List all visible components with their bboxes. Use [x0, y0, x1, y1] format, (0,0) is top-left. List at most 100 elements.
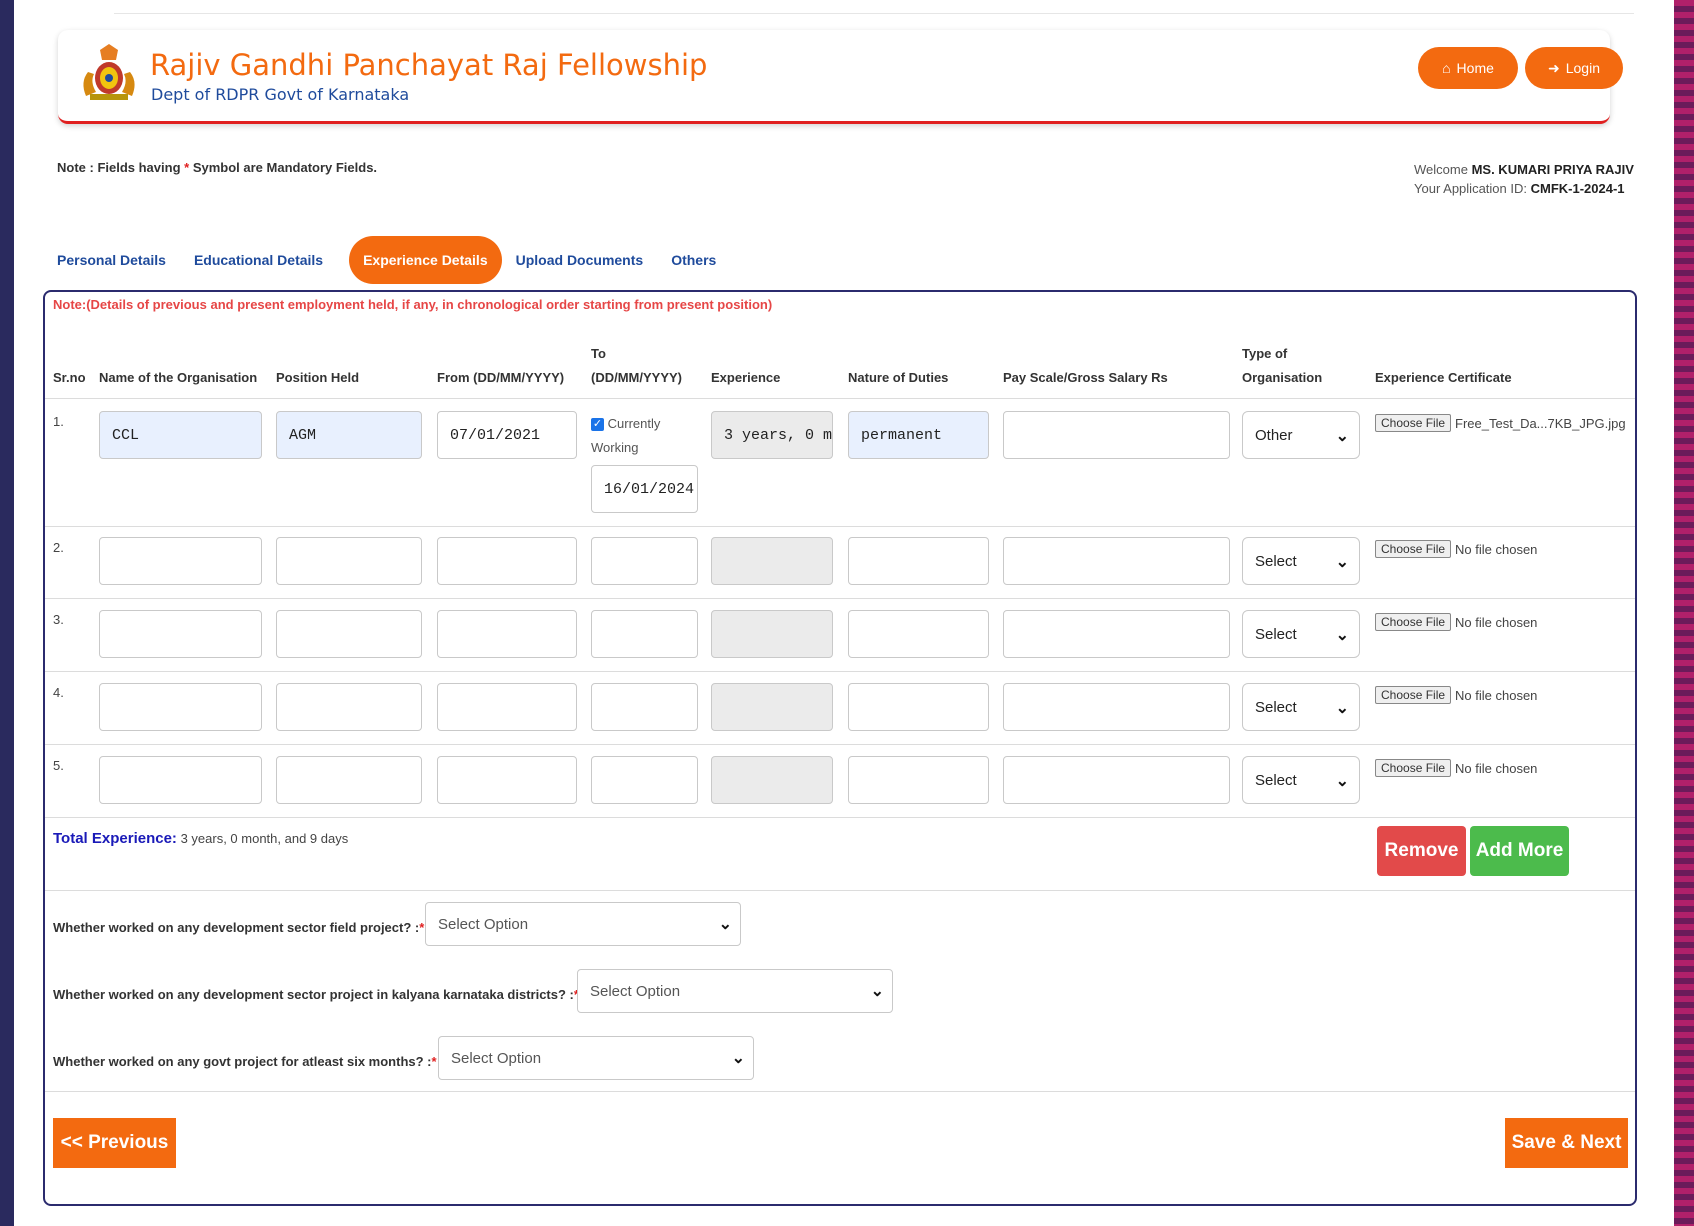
- total-experience: Total Experience: 3 years, 0 month, and …: [53, 830, 348, 847]
- row-3-to-input[interactable]: [591, 610, 698, 658]
- panel-note: Note:(Details of previous and present em…: [53, 297, 773, 312]
- row-1-to-input[interactable]: 16/01/2024: [591, 465, 698, 513]
- note-suffix: Symbol are Mandatory Fields.: [192, 160, 378, 175]
- col-srno: Sr.no: [53, 370, 86, 385]
- row-1-pay-input[interactable]: [1003, 411, 1230, 459]
- col-type-2: Organisation: [1242, 370, 1323, 385]
- row-2-organisation-input[interactable]: [99, 537, 262, 585]
- checkbox-checked-icon[interactable]: ✓: [591, 418, 604, 432]
- choose-file-button[interactable]: Choose File: [1375, 759, 1452, 777]
- row-1-certificate-upload[interactable]: Choose File Free_Test_Da...7KB_JPG.jpg: [1375, 414, 1626, 432]
- row-3-duties-input[interactable]: [848, 610, 989, 658]
- kalyana-karnataka-select[interactable]: Select Option ⌄: [577, 969, 893, 1013]
- row-5-certificate-upload[interactable]: Choose File No file chosen: [1375, 759, 1537, 777]
- chevron-down-icon: ⌄: [731, 1050, 745, 1067]
- home-label: Home: [1456, 60, 1494, 76]
- row-1-organisation-input[interactable]: CCL: [99, 411, 262, 459]
- row-3-from-input[interactable]: [437, 610, 577, 658]
- tab-educational-details[interactable]: Educational Details: [194, 252, 337, 268]
- row-5-duties-input[interactable]: [848, 756, 989, 804]
- row-5-position-input[interactable]: [276, 756, 422, 804]
- govt-project-select[interactable]: Select Option ⌄: [438, 1036, 754, 1080]
- row-1-sr: 1.: [53, 414, 64, 429]
- row-2-to-input[interactable]: [591, 537, 698, 585]
- tab-personal-details[interactable]: Personal Details: [57, 252, 180, 268]
- row-2-experience-field: [711, 537, 833, 585]
- chevron-down-icon: ⌄: [718, 916, 732, 933]
- row-3-experience-field: [711, 610, 833, 658]
- login-button[interactable]: ➜ Login: [1525, 47, 1623, 89]
- col-type: Type of: [1242, 346, 1288, 361]
- login-icon: ➜: [1548, 59, 1560, 76]
- chevron-down-icon: ⌄: [1335, 627, 1349, 644]
- file-name: Free_Test_Da...7KB_JPG.jpg: [1455, 415, 1626, 431]
- row-2-type-value: Select: [1255, 552, 1297, 570]
- row-5-type-value: Select: [1255, 771, 1297, 789]
- field-project-select[interactable]: Select Option ⌄: [425, 902, 741, 946]
- site-subtitle: Dept of RDPR Govt of Karnataka: [151, 85, 410, 104]
- row-2-position-input[interactable]: [276, 537, 422, 585]
- row-5-from-input[interactable]: [437, 756, 577, 804]
- row-4-pay-input[interactable]: [1003, 683, 1230, 731]
- row-1-duties-input[interactable]: permanent: [848, 411, 989, 459]
- tab-experience-details[interactable]: Experience Details: [349, 236, 502, 284]
- row-divider: [45, 598, 1635, 599]
- row-1-position-input[interactable]: AGM: [276, 411, 422, 459]
- row-2-duties-input[interactable]: [848, 537, 989, 585]
- row-5-to-input[interactable]: [591, 756, 698, 804]
- remove-button[interactable]: Remove: [1377, 826, 1466, 876]
- choose-file-button[interactable]: Choose File: [1375, 540, 1452, 558]
- row-3-certificate-upload[interactable]: Choose File No file chosen: [1375, 613, 1537, 631]
- row-5-organisation-input[interactable]: [99, 756, 262, 804]
- save-next-button[interactable]: Save & Next: [1505, 1118, 1628, 1168]
- select-value: Select Option: [438, 915, 529, 933]
- row-5-type-select[interactable]: Select ⌄: [1242, 756, 1360, 804]
- row-4-to-input[interactable]: [591, 683, 698, 731]
- col-pay: Pay Scale/Gross Salary Rs: [1003, 370, 1168, 385]
- row-4-from-input[interactable]: [437, 683, 577, 731]
- application-id: CMFK-1-2024-1: [1530, 181, 1625, 196]
- working-label: Working: [591, 440, 639, 455]
- row-4-experience-field: [711, 683, 833, 731]
- site-header: Rajiv Gandhi Panchayat Raj Fellowship De…: [58, 30, 1623, 124]
- row-2-type-select[interactable]: Select ⌄: [1242, 537, 1360, 585]
- choose-file-button[interactable]: Choose File: [1375, 414, 1452, 432]
- home-button[interactable]: ⌂ Home: [1418, 47, 1518, 89]
- row-2-pay-input[interactable]: [1003, 537, 1230, 585]
- row-4-certificate-upload[interactable]: Choose File No file chosen: [1375, 686, 1537, 704]
- row-3-sr: 3.: [53, 612, 64, 627]
- chevron-down-icon: ⌄: [870, 983, 884, 1000]
- tab-upload-documents[interactable]: Upload Documents: [516, 252, 658, 268]
- row-1-currently-working[interactable]: ✓ Currently Working: [591, 412, 660, 460]
- tab-others[interactable]: Others: [671, 252, 730, 268]
- select-value: Select Option: [590, 982, 681, 1000]
- row-3-pay-input[interactable]: [1003, 610, 1230, 658]
- choose-file-button[interactable]: Choose File: [1375, 613, 1452, 631]
- row-3-type-select[interactable]: Select ⌄: [1242, 610, 1360, 658]
- chevron-down-icon: ⌄: [1335, 428, 1349, 445]
- question-govt-project: Whether worked on any govt project for a…: [53, 1054, 437, 1069]
- choose-file-button[interactable]: Choose File: [1375, 686, 1452, 704]
- col-position: Position Held: [276, 370, 360, 385]
- row-1-from-input[interactable]: 07/01/2021: [437, 411, 577, 459]
- row-2-from-input[interactable]: [437, 537, 577, 585]
- add-more-button[interactable]: Add More: [1470, 826, 1569, 876]
- row-4-duties-input[interactable]: [848, 683, 989, 731]
- row-3-organisation-input[interactable]: [99, 610, 262, 658]
- row-divider: [45, 398, 1635, 399]
- row-1-type-select[interactable]: Other ⌄: [1242, 411, 1360, 459]
- row-3-position-input[interactable]: [276, 610, 422, 658]
- row-divider: [45, 890, 1635, 891]
- row-4-type-select[interactable]: Select ⌄: [1242, 683, 1360, 731]
- welcome-block: Welcome MS. KUMARI PRIYA RAJIV Your Appl…: [1414, 160, 1634, 198]
- form-tabs: Personal Details Educational Details Exp…: [57, 236, 744, 284]
- row-4-position-input[interactable]: [276, 683, 422, 731]
- row-5-pay-input[interactable]: [1003, 756, 1230, 804]
- row-divider: [45, 817, 1635, 818]
- row-2-certificate-upload[interactable]: Choose File No file chosen: [1375, 540, 1537, 558]
- previous-button[interactable]: << Previous: [53, 1118, 176, 1168]
- col-experience: Experience: [711, 370, 781, 385]
- row-4-organisation-input[interactable]: [99, 683, 262, 731]
- row-divider: [45, 526, 1635, 527]
- chevron-down-icon: ⌄: [1335, 700, 1349, 717]
